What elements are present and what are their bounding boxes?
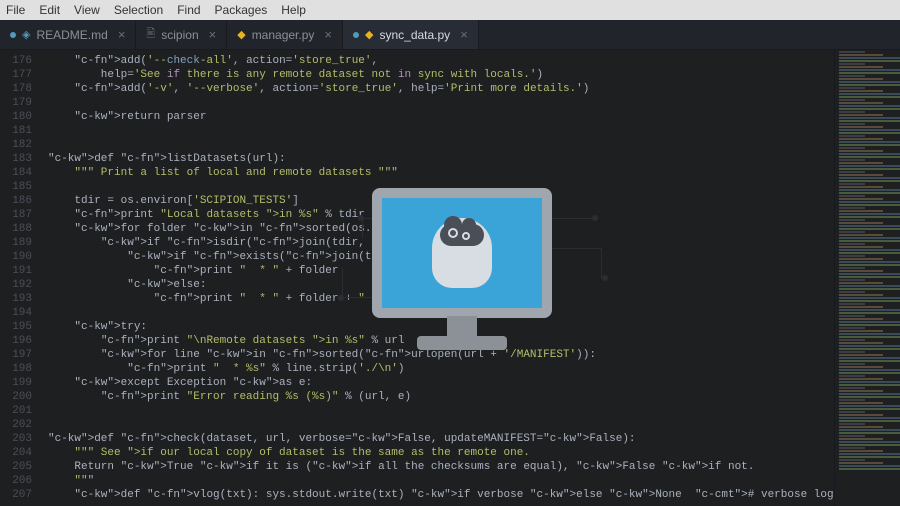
menu-file[interactable]: File: [6, 3, 25, 17]
file-icon: 🖹: [146, 25, 155, 44]
python-file-icon: ◆: [365, 28, 373, 41]
editor-wrap: 1761771781791801811821831841851861871881…: [0, 50, 900, 506]
editor-area: ◈ README.md × 🖹 scipion × ◆ manager.py × ◆ sync_da…: [0, 20, 900, 506]
tab-label: README.md: [36, 28, 107, 42]
menu-selection[interactable]: Selection: [114, 3, 163, 17]
menu-view[interactable]: View: [74, 3, 100, 17]
tab-label: manager.py: [252, 28, 315, 42]
menubar: File Edit View Selection Find Packages Help: [0, 0, 900, 20]
python-file-icon: ◆: [237, 28, 245, 41]
close-icon[interactable]: ×: [324, 27, 332, 42]
menu-edit[interactable]: Edit: [39, 3, 60, 17]
markdown-file-icon: ◈: [22, 28, 30, 41]
modified-indicator: [10, 32, 16, 38]
menu-help[interactable]: Help: [281, 3, 306, 17]
close-icon[interactable]: ×: [209, 27, 217, 42]
tab-bar: ◈ README.md × 🖹 scipion × ◆ manager.py × ◆ sync_da…: [0, 20, 900, 50]
tab-scipion[interactable]: 🖹 scipion ×: [136, 20, 227, 49]
tab-sync-data-py[interactable]: ◆ sync_data.py ×: [343, 20, 479, 49]
modified-indicator: [353, 32, 359, 38]
tab-readme-md[interactable]: ◈ README.md ×: [0, 20, 136, 49]
close-icon[interactable]: ×: [118, 27, 126, 42]
tab-label: scipion: [161, 28, 198, 42]
minimap[interactable]: [834, 50, 900, 506]
tab-label: sync_data.py: [379, 28, 450, 42]
menu-find[interactable]: Find: [177, 3, 200, 17]
menu-packages[interactable]: Packages: [215, 3, 268, 17]
app-shell: ▢ scipion ›🖿.git›🖿config›🖿install›🖿pywor…: [0, 20, 900, 506]
code-editor[interactable]: "c-fn">add('--check-all', action='store_…: [40, 50, 834, 506]
line-gutter: 1761771781791801811821831841851861871881…: [0, 50, 40, 506]
close-icon[interactable]: ×: [460, 27, 468, 42]
tab-manager-py[interactable]: ◆ manager.py ×: [227, 20, 343, 49]
